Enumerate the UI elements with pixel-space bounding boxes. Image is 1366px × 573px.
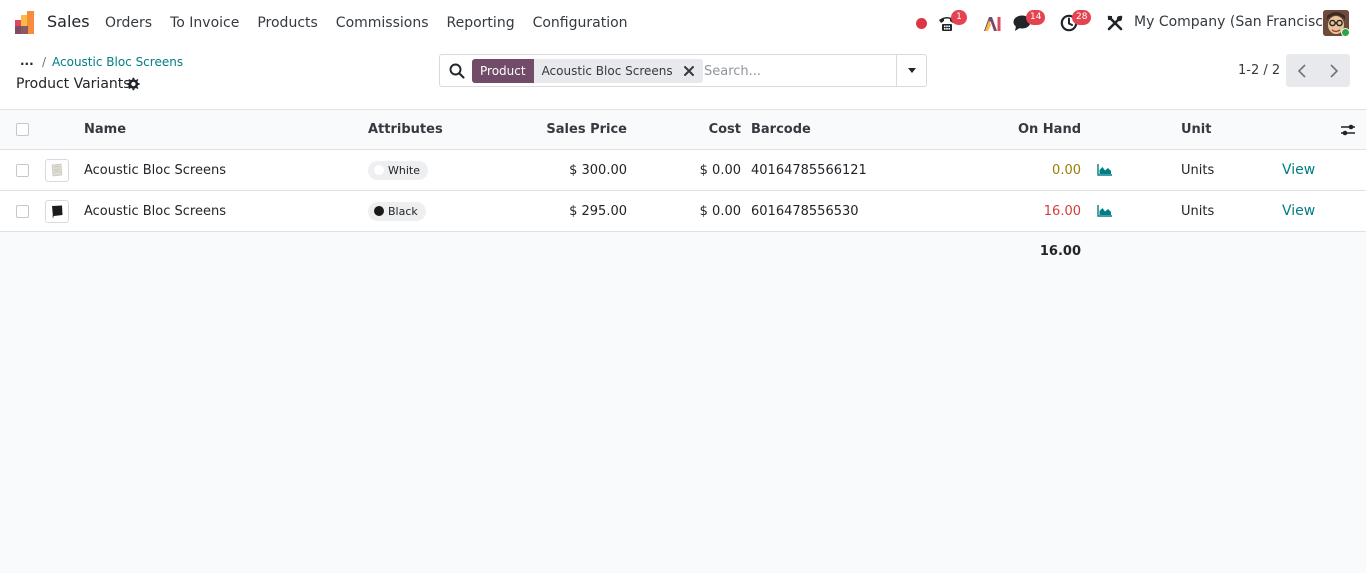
- attribute-cell: White: [368, 150, 428, 190]
- facet-value-wrap: Acoustic Bloc Screens: [533, 59, 703, 83]
- ai-icon: [984, 16, 1001, 31]
- product-name: Acoustic Bloc Screens: [84, 203, 226, 219]
- menu-item-commissions[interactable]: Commissions: [327, 0, 438, 46]
- unit: Units: [1181, 162, 1215, 178]
- column-header-name[interactable]: Name: [84, 110, 126, 149]
- column-header-cost[interactable]: Cost: [660, 110, 741, 149]
- attribute-tag: White: [368, 160, 428, 180]
- view-cell: View: [1282, 191, 1315, 231]
- table-row[interactable]: Acoustic Bloc Screens White $ 300.00 $ 0…: [0, 150, 1366, 191]
- table-header: Name Attributes Sales Price Cost Barcode…: [0, 110, 1366, 150]
- facet-label: Product: [472, 59, 534, 83]
- table-row[interactable]: Acoustic Bloc Screens Black $ 295.00 $ 0…: [0, 191, 1366, 232]
- product-image-icon: [52, 205, 63, 218]
- attribute-tag: Black: [368, 201, 426, 221]
- select-all-cell: [16, 110, 29, 149]
- menu-item-products[interactable]: Products: [248, 0, 326, 46]
- control-panel: ... / Acoustic Bloc Screens Product Vari…: [0, 46, 1366, 110]
- table-footer: 16.00: [0, 232, 1366, 270]
- caret-down-icon: [907, 68, 916, 73]
- attribute-value: Black: [388, 204, 418, 218]
- view-button[interactable]: View: [1282, 203, 1315, 219]
- row-checkbox[interactable]: [16, 163, 29, 177]
- sales-price: $ 300.00: [569, 162, 627, 178]
- column-header-on-hand[interactable]: On Hand: [980, 110, 1081, 149]
- phone-badge: 1: [951, 10, 967, 25]
- product-image-cell: [45, 191, 69, 231]
- messages-badge: 14: [1026, 10, 1046, 25]
- barcode: 40164785566121: [751, 162, 867, 178]
- product-thumbnail[interactable]: [45, 199, 69, 223]
- search-facet-product: Product Acoustic Bloc Screens: [472, 59, 703, 83]
- color-swatch-white: [374, 165, 384, 175]
- unit: Units: [1181, 203, 1215, 219]
- column-header-attributes[interactable]: Attributes: [368, 110, 443, 149]
- view-cell: View: [1282, 150, 1315, 190]
- color-swatch-black: [374, 206, 384, 216]
- search-options-toggle[interactable]: [896, 55, 926, 86]
- area-chart-icon[interactable]: [1097, 205, 1113, 217]
- attribute-value: White: [388, 163, 420, 177]
- company-switcher[interactable]: My Company (San Francisco): [1134, 14, 1337, 30]
- status-dot-icon: [915, 17, 927, 29]
- barcode: 6016478556530: [751, 203, 859, 219]
- product-name: Acoustic Bloc Screens: [84, 162, 226, 178]
- chevron-right-icon: [1330, 63, 1339, 78]
- product-image-icon: [51, 163, 63, 177]
- pager-next-button[interactable]: [1318, 54, 1350, 87]
- view-button[interactable]: View: [1282, 162, 1315, 178]
- facet-value: Acoustic Bloc Screens: [541, 64, 673, 78]
- menu-item-configuration[interactable]: Configuration: [524, 0, 637, 46]
- page-title: Product Variants: [16, 76, 131, 92]
- debug-tools-button[interactable]: [1105, 0, 1125, 46]
- search-input[interactable]: [704, 59, 894, 83]
- ai-button[interactable]: [982, 0, 1002, 46]
- product-image-cell: [45, 150, 69, 190]
- cost: $ 0.00: [699, 162, 741, 178]
- close-icon[interactable]: [683, 65, 695, 77]
- on-hand-quantity: 16.00: [1043, 203, 1081, 219]
- status-indicator[interactable]: [913, 0, 929, 46]
- cost: $ 0.00: [699, 203, 741, 219]
- online-status-indicator: [1341, 28, 1350, 37]
- debug-tools-icon: [1107, 15, 1123, 31]
- pager-previous-button[interactable]: [1286, 54, 1318, 87]
- activities-badge: 28: [1072, 10, 1092, 25]
- breadcrumb-parent-link[interactable]: Acoustic Bloc Screens: [52, 55, 183, 69]
- column-header-unit[interactable]: Unit: [1181, 110, 1211, 149]
- menu-item-to-invoice[interactable]: To Invoice: [161, 0, 248, 46]
- forecast-cell: [1097, 191, 1113, 231]
- main-menu: Orders To Invoice Products Commissions R…: [96, 0, 637, 46]
- row-select-cell: [16, 150, 29, 190]
- attribute-cell: Black: [368, 191, 426, 231]
- column-header-barcode[interactable]: Barcode: [751, 110, 811, 149]
- menu-item-orders[interactable]: Orders: [96, 0, 161, 46]
- menu-item-reporting[interactable]: Reporting: [438, 0, 524, 46]
- product-thumbnail[interactable]: [45, 158, 69, 182]
- row-select-cell: [16, 191, 29, 231]
- sales-app-icon[interactable]: [15, 11, 38, 34]
- area-chart-icon[interactable]: [1097, 164, 1113, 176]
- app-name[interactable]: Sales: [47, 12, 90, 31]
- row-checkbox[interactable]: [16, 204, 29, 218]
- pager-value[interactable]: 1-2 / 2: [1238, 63, 1280, 78]
- breadcrumb-separator: /: [42, 55, 47, 69]
- chevron-left-icon: [1297, 63, 1306, 78]
- gear-icon[interactable]: [126, 77, 140, 91]
- on-hand-quantity: 0.00: [1052, 162, 1081, 178]
- column-settings-icon: [1341, 124, 1355, 135]
- search-icon[interactable]: [449, 63, 465, 79]
- sales-price: $ 295.00: [569, 203, 627, 219]
- breadcrumb-ellipsis[interactable]: ...: [20, 54, 34, 68]
- top-navbar: Sales Orders To Invoice Products Commiss…: [0, 0, 1366, 46]
- product-variants-list: Name Attributes Sales Price Cost Barcode…: [0, 110, 1366, 270]
- forecast-cell: [1097, 150, 1113, 190]
- select-all-checkbox[interactable]: [16, 123, 29, 136]
- search-bar: Product Acoustic Bloc Screens: [439, 54, 927, 87]
- optional-columns-toggle[interactable]: [1340, 110, 1356, 149]
- on-hand-total: 16.00: [1039, 243, 1081, 259]
- column-header-sales-price[interactable]: Sales Price: [520, 110, 627, 149]
